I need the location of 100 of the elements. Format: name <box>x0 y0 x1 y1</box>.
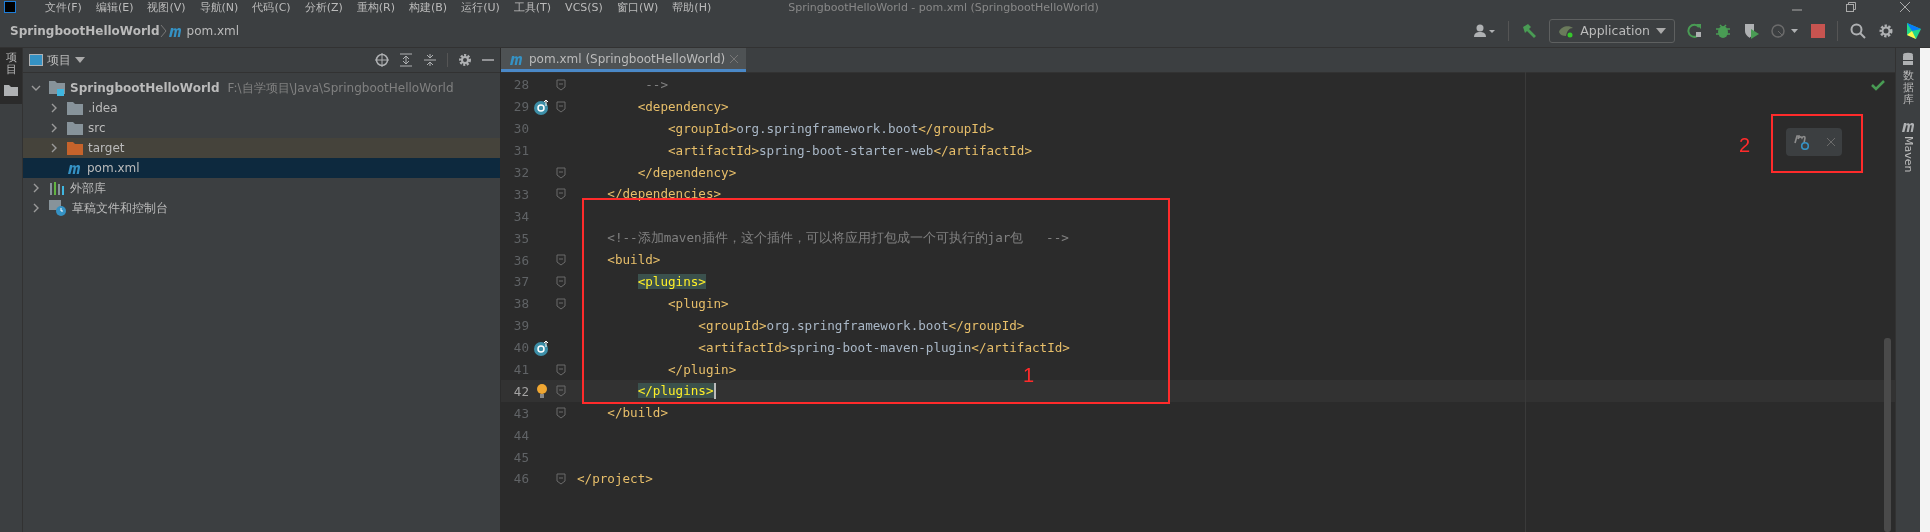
line-number: 44 <box>512 427 529 443</box>
restore-icon[interactable] <box>1846 2 1856 12</box>
hide-icon[interactable] <box>482 58 494 62</box>
menu-item[interactable]: 编辑(E) <box>88 0 141 14</box>
fold-marker-icon[interactable] <box>556 385 566 398</box>
menu-item[interactable]: 窗口(W) <box>609 0 666 14</box>
menu-item[interactable]: 重构(R) <box>349 0 402 14</box>
settings-icon[interactable] <box>1878 22 1894 39</box>
tool-window-button[interactable]: Maven <box>1900 120 1916 173</box>
menu-item[interactable]: 工具(T) <box>506 0 559 14</box>
debug-bug-icon[interactable] <box>1715 22 1731 39</box>
text-cursor <box>713 383 716 400</box>
maven-reload-icon[interactable] <box>1793 134 1812 150</box>
breadcrumb-separator-icon <box>159 23 168 38</box>
application-icon <box>1558 23 1575 38</box>
project-tool-button[interactable]: 项目 <box>0 48 22 105</box>
menu-item[interactable]: 视图(V) <box>140 0 193 14</box>
menu-item[interactable]: VCS(S) <box>558 0 610 14</box>
user-dropdown-icon[interactable] <box>1474 23 1497 38</box>
annotation-number: 2 <box>1739 134 1751 157</box>
run-configuration-dropdown[interactable]: Application <box>1549 18 1675 43</box>
line-number: 32 <box>512 165 529 180</box>
window-title: SpringbootHelloWorld - pom.xml (SpringbootHelloWorld) <box>788 0 1099 14</box>
code-line: </dependency> <box>636 163 737 182</box>
code-line: </project> <box>577 470 653 489</box>
settings-icon[interactable] <box>458 53 472 67</box>
fold-marker-icon[interactable] <box>556 100 566 113</box>
menu-item[interactable]: 代码(C) <box>245 0 298 14</box>
code-line: <plugin> <box>667 294 729 313</box>
menu-item[interactable]: 构建(B) <box>402 0 455 14</box>
fold-marker-icon[interactable] <box>556 254 566 267</box>
navigate-gutter-icon[interactable] <box>534 98 550 115</box>
coverage-run-icon[interactable] <box>1743 22 1759 39</box>
line-number: 29 <box>512 99 529 115</box>
code-line: <groupId>org.springframework.boot</groupId> <box>697 316 1025 335</box>
line-number: 38 <box>512 296 529 312</box>
line-number: 31 <box>512 143 529 159</box>
tree-item[interactable]: 外部库 <box>23 178 500 198</box>
profile-dropdown-icon[interactable] <box>1771 22 1799 39</box>
fold-marker-icon[interactable] <box>556 78 566 91</box>
locate-icon[interactable] <box>375 53 389 67</box>
hammer-icon[interactable] <box>1521 22 1538 39</box>
tree-item[interactable]: .idea <box>23 98 500 118</box>
menu-item[interactable]: 运行(U) <box>454 0 507 14</box>
fold-marker-icon[interactable] <box>556 407 566 420</box>
menu-item[interactable]: 文件(F) <box>38 0 89 14</box>
breadcrumb-item[interactable]: SpringbootHelloWorld <box>10 23 160 38</box>
line-number: 43 <box>512 405 529 421</box>
excluded-folder-icon <box>67 141 83 155</box>
app-logo-icon[interactable] <box>4 1 16 13</box>
line-number: 46 <box>512 471 529 487</box>
colored-shape-icon[interactable] <box>1906 21 1922 40</box>
tool-window-button[interactable]: 数据库 <box>1902 52 1914 107</box>
navigate-gutter-icon[interactable] <box>534 339 550 356</box>
code-line: --> <box>644 76 668 94</box>
line-number: 42 <box>512 383 529 399</box>
scrollbar-thumb[interactable] <box>1884 338 1891 532</box>
line-number: 34 <box>512 208 529 224</box>
search-icon[interactable] <box>1850 22 1866 39</box>
tree-item[interactable]: 草稿文件和控制台 <box>23 198 500 218</box>
dropdown-caret-icon <box>1656 27 1666 34</box>
code-line: <artifactId>spring-boot-starter-web</artifactId> <box>667 141 1032 160</box>
code-line: <dependency> <box>636 97 729 116</box>
dropdown-caret-icon <box>75 57 85 63</box>
collapse-all-icon[interactable] <box>423 53 437 67</box>
rerun-icon[interactable] <box>1687 22 1703 39</box>
fold-marker-icon[interactable] <box>556 188 566 201</box>
libraries-icon <box>49 181 65 195</box>
expand-all-icon[interactable] <box>399 53 413 67</box>
stop-icon[interactable] <box>1811 23 1825 38</box>
scratches-icon <box>49 200 67 216</box>
tree-item[interactable]: SpringbootHelloWorld F:\自学项目\Java\SpringbootHelloWorld <box>23 78 500 98</box>
fold-marker-icon[interactable] <box>556 472 566 485</box>
close-icon[interactable] <box>1900 2 1910 12</box>
annotation-number: 1 <box>1023 364 1035 387</box>
tree-item[interactable]: target <box>23 138 500 158</box>
window-icon <box>29 54 43 66</box>
menu-item[interactable]: 导航(N) <box>192 0 246 14</box>
menu-item[interactable]: 分析(Z) <box>297 0 350 14</box>
line-number: 39 <box>512 318 529 334</box>
line-number: 35 <box>512 230 529 246</box>
bulb-icon[interactable] <box>536 384 548 399</box>
line-number: 36 <box>512 252 529 268</box>
fold-marker-icon[interactable] <box>556 297 566 310</box>
tree-item[interactable]: src <box>23 118 500 138</box>
code-line: <build> <box>606 251 661 270</box>
module-folder-icon <box>49 80 65 96</box>
menu-item[interactable]: 帮助(H) <box>665 0 719 14</box>
close-icon[interactable] <box>1826 138 1835 146</box>
code-line: </plugin> <box>667 360 737 379</box>
project-view-dropdown[interactable]: 项目 <box>29 51 85 69</box>
folder-icon <box>67 121 83 135</box>
fold-marker-icon[interactable] <box>556 363 566 376</box>
breadcrumb-item[interactable]: pom.xml <box>186 23 240 38</box>
fold-marker-icon[interactable] <box>556 166 566 179</box>
editor-tab[interactable]: pom.xml (SpringbootHelloWorld) <box>501 48 747 72</box>
fold-marker-icon[interactable] <box>556 275 566 288</box>
line-number: 30 <box>512 121 529 137</box>
tree-item[interactable]: pom.xml <box>23 158 500 178</box>
database-icon <box>1902 52 1914 66</box>
